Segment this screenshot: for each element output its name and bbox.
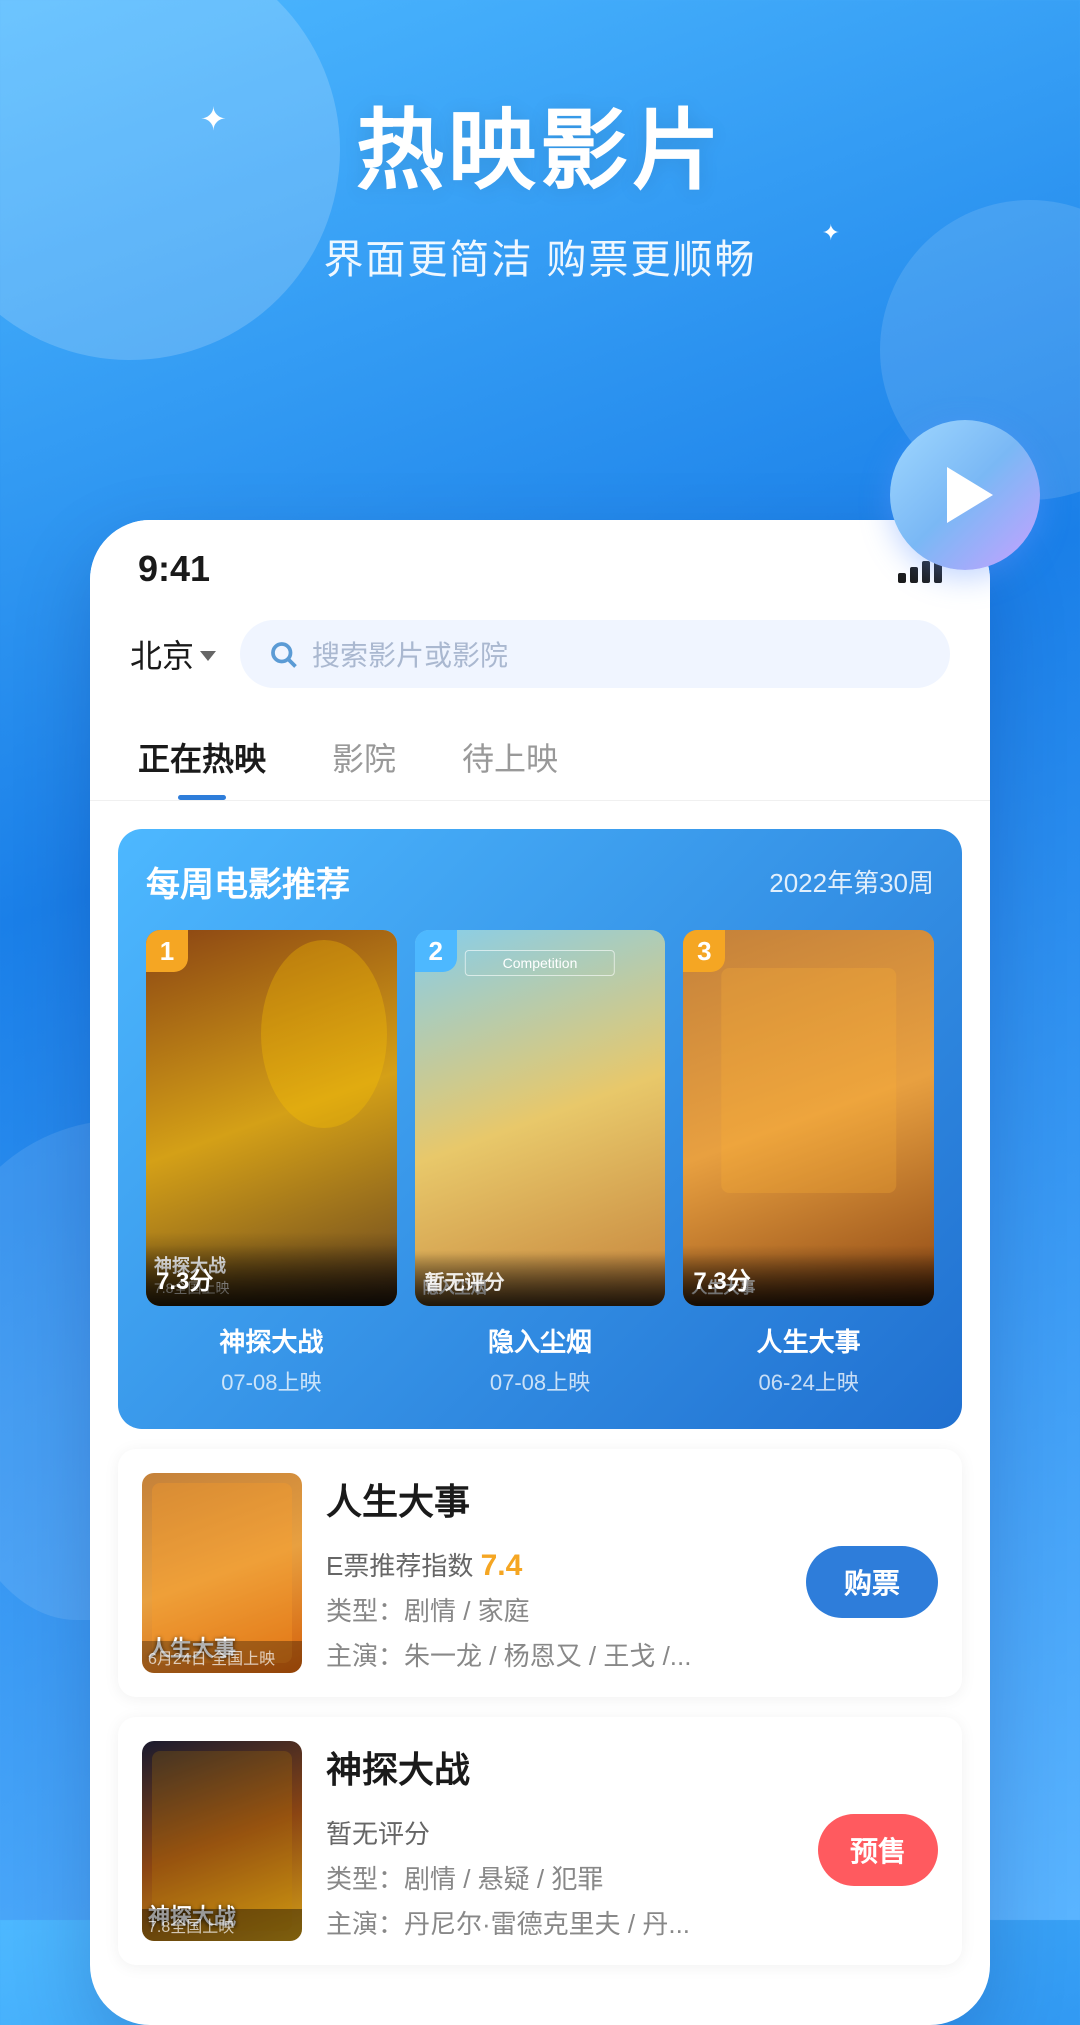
poster-wrap-1: 1 神探大战 7.8全国上映 7.3分 (146, 930, 397, 1306)
sub-title: 界面更简洁 购票更顺畅 (0, 227, 1080, 285)
tab-cinema[interactable]: 影院 (324, 718, 404, 800)
weekly-header: 每周电影推荐 2022年第30周 (146, 857, 934, 906)
movie-date-3: 06-24上映 (759, 1365, 859, 1397)
list-info-2: 神探大战 暂无评分 类型：剧情 / 悬疑 / 犯罪 主演：丹尼尔·雷德克里夫 /… (326, 1741, 938, 1941)
list-poster-1: 人生大事 6月24日 全国上映 (142, 1473, 302, 1673)
location-button[interactable]: 北京 (130, 631, 216, 677)
weekly-movie-2[interactable]: 2 Competition 隐入尘烟 暂无评分 隐入尘烟 (415, 930, 666, 1397)
play-icon (947, 467, 993, 523)
movie-date-2: 07-08上映 (490, 1365, 590, 1397)
list-movie-title-2: 神探大战 (326, 1741, 938, 1793)
weekly-movie-1[interactable]: 1 神探大战 7.8全国上映 7.3分 神探大战 07-08上映 (146, 930, 397, 1397)
list-action-1: 购票 (806, 1546, 938, 1618)
presale-button-2[interactable]: 预售 (818, 1814, 938, 1886)
search-bar[interactable]: 搜索影片或影院 (240, 620, 950, 688)
top-nav: 北京 搜索影片或影院 (90, 600, 990, 708)
list-meta-row-2: 暂无评分 类型：剧情 / 悬疑 / 犯罪 主演：丹尼尔·雷德克里夫 / 丹...… (326, 1814, 938, 1941)
movie-name-3: 人生大事 (757, 1322, 861, 1359)
score-badge-2: 暂无评分 (415, 1250, 666, 1306)
weekly-movie-3[interactable]: 3 人生大事 7.3分 人生大事 06-24上映 (683, 930, 934, 1397)
signal-bar-3 (922, 561, 930, 583)
tab-now-showing[interactable]: 正在热映 (130, 718, 274, 800)
cast-1: 主演：朱一龙 / 杨恩又 / 王戈 /... (326, 1636, 806, 1673)
tab-coming-soon[interactable]: 待上映 (454, 718, 566, 800)
play-button[interactable] (890, 420, 1040, 570)
list-meta-col-2: 暂无评分 类型：剧情 / 悬疑 / 犯罪 主演：丹尼尔·雷德克里夫 / 丹... (326, 1814, 818, 1941)
main-title: 热映影片 (0, 80, 1080, 207)
dropdown-icon (200, 651, 216, 661)
list-meta-col-1: E票推荐指数 7.4 类型：剧情 / 家庭 主演：朱一龙 / 杨恩又 / 王戈 … (326, 1546, 806, 1673)
city-name: 北京 (130, 631, 194, 677)
genre-1: 类型：剧情 / 家庭 (326, 1591, 806, 1628)
weekly-section: 每周电影推荐 2022年第30周 1 神探大战 7.8全国上映 (118, 829, 962, 1429)
score-row-1: E票推荐指数 7.4 (326, 1546, 806, 1583)
weekly-period: 2022年第30周 (769, 863, 934, 900)
movie-name-1: 神探大战 (219, 1322, 323, 1359)
score-value-1: 7.4 (481, 1549, 523, 1582)
score-row-2: 暂无评分 (326, 1814, 818, 1851)
rank-badge-1: 1 (146, 930, 188, 972)
poster-rensheng-large: 人生大事 6月24日 全国上映 (142, 1473, 302, 1673)
sparkle-left-icon: ✦ (200, 100, 227, 138)
list-action-2: 预售 (818, 1814, 938, 1886)
search-icon (268, 639, 298, 669)
score-badge-1: 7.3分 (146, 1245, 397, 1306)
poster-wrap-2: 2 Competition 隐入尘烟 暂无评分 (415, 930, 666, 1306)
poster-shentan-large: 神探大战 7.8全国上映 (142, 1741, 302, 1941)
weekly-title: 每周电影推荐 (146, 857, 350, 906)
movie-list-item-1[interactable]: 人生大事 6月24日 全国上映 人生大事 E票推荐指数 7.4 类型：剧情 / … (118, 1449, 962, 1697)
list-poster-2: 神探大战 7.8全国上映 (142, 1741, 302, 1941)
movie-list-item-2[interactable]: 神探大战 7.8全国上映 神探大战 暂无评分 类型：剧情 / 悬疑 / 犯罪 主… (118, 1717, 962, 1965)
search-placeholder: 搜索影片或影院 (312, 634, 508, 674)
cast-2: 主演：丹尼尔·雷德克里夫 / 丹... (326, 1904, 818, 1941)
signal-bar-1 (898, 573, 906, 583)
buy-button-1[interactable]: 购票 (806, 1546, 938, 1618)
genre-2: 类型：剧情 / 悬疑 / 犯罪 (326, 1859, 818, 1896)
phone-mockup: 9:41 北京 搜索影片或影院 正在热映 影院 待上映 (90, 520, 990, 2025)
status-bar: 9:41 (90, 520, 990, 600)
list-movie-title-1: 人生大事 (326, 1473, 938, 1525)
movie-date-1: 07-08上映 (221, 1365, 321, 1397)
list-info-1: 人生大事 E票推荐指数 7.4 类型：剧情 / 家庭 主演：朱一龙 / 杨恩又 … (326, 1473, 938, 1673)
header-area: ✦ ✦ 热映影片 界面更简洁 购票更顺畅 (0, 0, 1080, 325)
movie-name-2: 隐入尘烟 (488, 1322, 592, 1359)
list-meta-row-1: E票推荐指数 7.4 类型：剧情 / 家庭 主演：朱一龙 / 杨恩又 / 王戈 … (326, 1546, 938, 1673)
tab-bar: 正在热映 影院 待上映 (90, 708, 990, 801)
score-badge-3: 7.3分 (683, 1245, 934, 1306)
bottom-space (90, 1985, 990, 2025)
rank-badge-3: 3 (683, 930, 725, 972)
status-time: 9:41 (138, 548, 210, 590)
signal-bar-2 (910, 567, 918, 583)
sparkle-right-icon: ✦ (822, 220, 840, 246)
weekly-movies: 1 神探大战 7.8全国上映 7.3分 神探大战 07-08上映 (146, 930, 934, 1397)
rank-badge-2: 2 (415, 930, 457, 972)
poster-wrap-3: 3 人生大事 7.3分 (683, 930, 934, 1306)
